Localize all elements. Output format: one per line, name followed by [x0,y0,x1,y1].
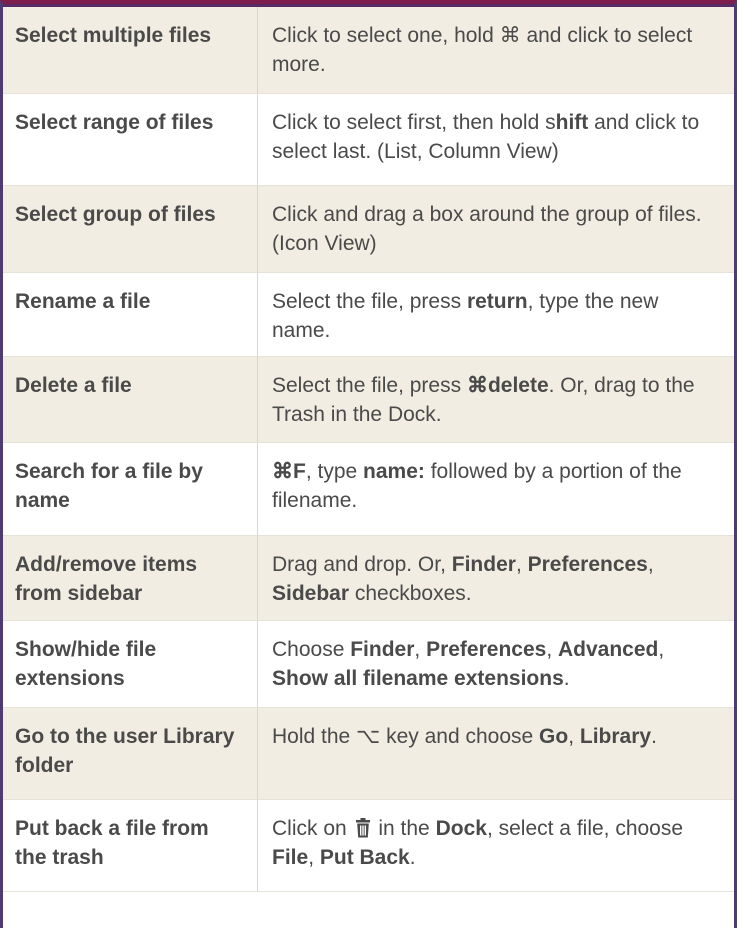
action-label: Go to the user Library folder [3,708,258,800]
action-description: Drag and drop. Or, Finder, Preferences, … [258,536,734,621]
description-keyword: Go [539,725,569,748]
description-text: in the [372,817,436,840]
action-label: Delete a file [3,357,258,443]
action-label: Select multiple files [3,7,258,94]
description-text: , [308,846,320,869]
description-text: . [651,725,657,748]
description-text: Select the file, press [272,290,467,313]
description-text: , [658,638,665,661]
action-label: Show/hide file extensions [3,621,258,708]
description-text: Hold the ⌥ key and choose [272,725,540,748]
description-text: , [546,638,558,661]
action-description: Hold the ⌥ key and choose Go, Library. [258,708,734,800]
description-keyword: return [466,290,528,313]
description-keyword: Library [579,725,652,748]
description-keyword: name: [363,460,425,483]
description-text: Click to select one, hold ⌘ and click to… [272,24,693,76]
description-keyword: Finder [350,638,415,661]
description-keyword: Preferences [527,553,648,576]
description-text: , [568,725,580,748]
description-text: , type [305,460,364,483]
action-description: Click and drag a box around the group of… [258,186,734,273]
action-label: Put back a file from the trash [3,800,258,892]
action-description: Select the file, press ⌘delete. Or, drag… [258,357,734,443]
description-keyword: File [272,846,309,869]
description-keyword: hift [555,111,589,134]
action-description: ⌘F, type name: followed by a portion of … [258,443,734,536]
trash-icon [355,818,370,838]
description-text: Drag and drop. Or, [272,553,452,576]
action-label: Search for a file by name [3,443,258,536]
action-description: Click on in the Dock, select a file, cho… [258,800,734,892]
description-keyword: Dock [435,817,487,840]
description-text: , [414,638,427,661]
shortcut-sheet: Select multiple files Click to select one… [0,0,737,928]
description-text: Click to select first, then hold s [272,111,556,134]
description-text: , select a file, choose [486,817,684,840]
action-description: Choose Finder, Preferences, Advanced, Sh… [258,621,734,708]
description-keyword: Advanced [557,638,659,661]
description-keyword: Put Back [319,846,410,869]
description-text: , [515,553,528,576]
shortcut-table: Select multiple files Click to select one… [3,7,734,928]
description-text: Select the file, press [272,374,467,397]
action-description: Click to select first, then hold shift a… [258,94,734,186]
action-label: Select range of files [3,94,258,186]
action-label: Rename a file [3,273,258,357]
action-description: Select the file, press return, type the … [258,273,734,357]
action-description: Click to select one, hold ⌘ and click to… [258,7,734,94]
action-label: Add/remove items from sidebar [3,536,258,621]
description-keyword: Preferences [426,638,547,661]
description-text: Choose [272,638,351,661]
action-label: Select group of files [3,186,258,273]
description-keyword: Sidebar [272,582,350,605]
description-keyword: Finder [451,553,516,576]
description-text: . [409,846,416,869]
description-text: Click and drag a box around the group of… [272,203,702,255]
description-text: checkboxes. [349,582,472,605]
description-keyword: ⌘delete [466,374,549,397]
description-text: . [563,667,570,690]
description-text: Click on [272,817,353,840]
description-keyword: ⌘F [272,460,306,483]
description-text: , [647,553,654,576]
description-keyword: Show all filename extensions [272,667,564,690]
